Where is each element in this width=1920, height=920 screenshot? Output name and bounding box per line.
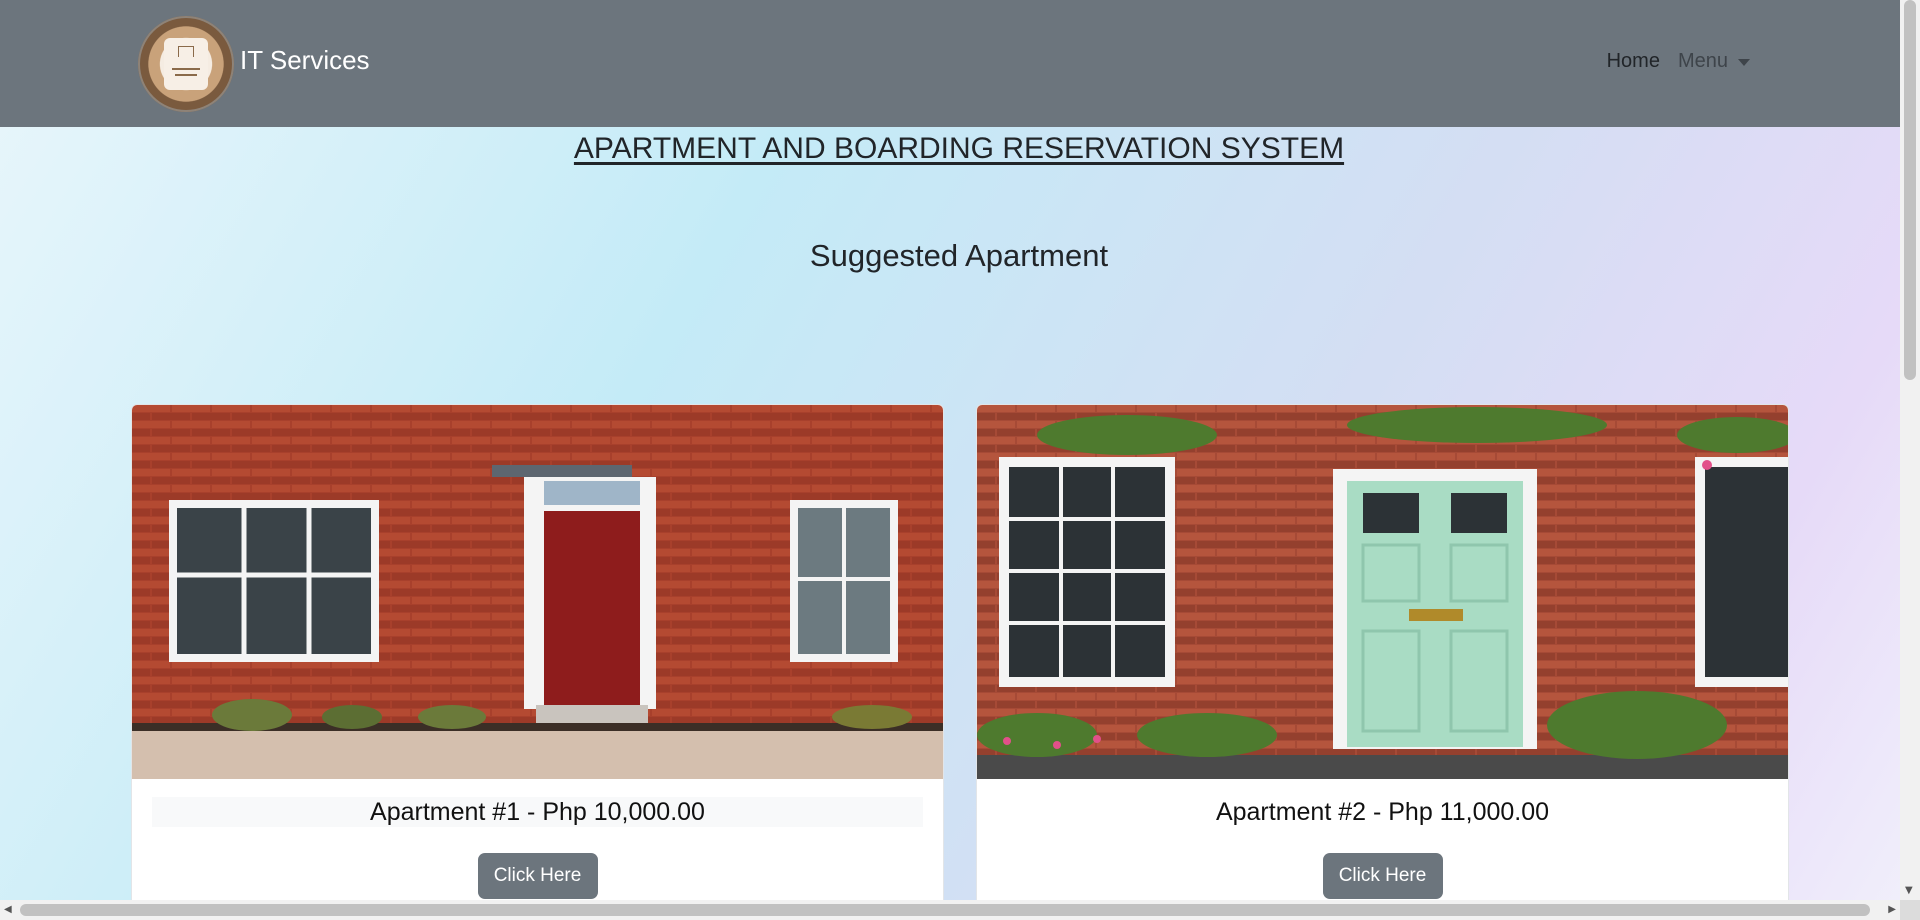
brand-logo (138, 16, 234, 112)
scrollbar-corner (1900, 900, 1920, 920)
apartment-title: Apartment #1 - Php 10,000.00 (370, 797, 705, 826)
scroll-left-arrow-icon[interactable]: ◀ (4, 904, 12, 915)
nav-menu-dropdown[interactable]: Menu (1678, 50, 1750, 73)
apartment-card: Apartment #2 - Php 11,000.00 Click Here (976, 404, 1789, 916)
brand-name[interactable]: IT Services (240, 45, 370, 76)
nav-home-link[interactable]: Home (1607, 50, 1660, 73)
click-here-button[interactable]: Click Here (1322, 853, 1443, 899)
horizontal-scrollbar[interactable]: ◀ ▶ (0, 900, 1900, 920)
brand[interactable]: IT Services (138, 16, 370, 112)
click-here-button[interactable]: Click Here (477, 853, 598, 899)
horizontal-scroll-thumb[interactable] (20, 904, 1870, 916)
vertical-scrollbar[interactable]: ▼ (1900, 0, 1920, 900)
apartment-photo (132, 405, 943, 779)
vertical-scroll-thumb[interactable] (1904, 0, 1916, 380)
caret-down-icon (1738, 59, 1750, 66)
section-title: Suggested Apartment (809, 238, 1109, 273)
apartment-photo (977, 405, 1788, 779)
nav-menu-label: Menu (1677, 50, 1728, 72)
page-title: APARTMENT AND BOARDING RESERVATION SYSTE… (573, 132, 1345, 165)
scroll-down-arrow-icon[interactable]: ▼ (1905, 885, 1913, 896)
apartment-card: Apartment #1 - Php 10,000.00 Click Here (131, 404, 944, 916)
apartment-title: Apartment #2 - Php 11,000.00 (1215, 797, 1550, 826)
scroll-right-arrow-icon[interactable]: ▶ (1888, 904, 1896, 915)
top-navbar: IT Services Home Menu (0, 0, 1900, 127)
